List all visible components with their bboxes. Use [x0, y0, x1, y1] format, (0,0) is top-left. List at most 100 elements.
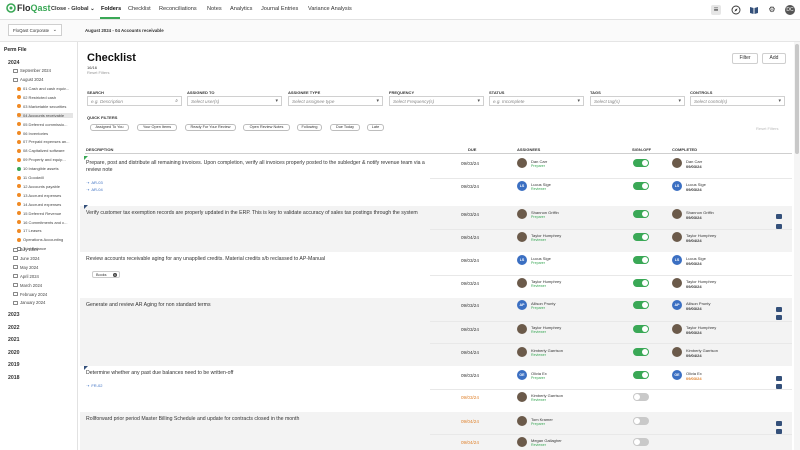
sidebar-item[interactable]: 16 Commitments and c... [17, 220, 73, 225]
tab-reconciliations[interactable]: Reconciliations [159, 6, 197, 12]
task-description[interactable]: Rollforward prior period Master Billing … [86, 416, 426, 423]
book-icon[interactable] [749, 5, 759, 15]
task-description[interactable]: Prepare, post and distribute all remaini… [86, 160, 426, 174]
signoff-toggle[interactable] [633, 325, 649, 333]
sidebar-item[interactable]: 12 Accounts payable [17, 184, 73, 189]
tags-select[interactable]: Select tag(s) ▾ [590, 96, 685, 106]
quick-filter-ready-for-review[interactable]: Ready For Your Review [185, 124, 236, 131]
reset-quick-filters-link[interactable]: Reset Filters [756, 126, 778, 131]
compass-icon[interactable] [731, 5, 741, 15]
task-description[interactable]: Determine whether any past due balances … [86, 370, 426, 377]
linked-reference[interactable]: ⇢ AR-03 [86, 180, 103, 185]
sidebar-year[interactable]: 2021 [8, 337, 20, 343]
gear-icon[interactable]: ⚙ [767, 5, 777, 15]
tab-notes[interactable]: Notes [207, 6, 222, 12]
assignee-type-select[interactable]: Select assignee type ▾ [288, 96, 383, 106]
tab-checklist[interactable]: Checklist [128, 6, 151, 12]
sidebar-year[interactable]: 2022 [8, 325, 20, 331]
tab-folders[interactable]: Folders [101, 6, 121, 12]
tab-variance-analysis[interactable]: Variance Analysis [308, 6, 352, 12]
sidebar-month[interactable]: March 2024 [13, 283, 42, 288]
assignee-avatar[interactable]: LS [517, 255, 527, 265]
sidebar-item[interactable]: 07 Prepaid expenses an... [17, 139, 73, 144]
reset-filters-link[interactable]: Reset Filters [87, 70, 109, 75]
signoff-toggle[interactable] [633, 438, 649, 446]
assignee-avatar[interactable]: LS [517, 181, 527, 191]
sidebar-item[interactable]: 02 Restricted cash [17, 95, 73, 100]
sidebar-year[interactable]: 2019 [8, 362, 20, 368]
assignee-avatar[interactable] [517, 324, 527, 334]
signoff-toggle[interactable] [633, 348, 649, 356]
task-description[interactable]: Review accounts receivable aging for any… [86, 256, 426, 263]
sidebar-item[interactable]: 14 Accrued expenses [17, 202, 73, 207]
search-input[interactable]: e.g. Description ⌕ [87, 96, 182, 106]
workspace-selector[interactable]: Close - Global ⌄ [51, 6, 95, 12]
sidebar-item[interactable]: 06 Inventories [17, 131, 73, 136]
quick-filter-following[interactable]: Following [297, 124, 322, 131]
sidebar-month[interactable]: April 2024 [13, 274, 39, 279]
assignee-avatar[interactable]: OE [517, 370, 527, 380]
sidebar-item[interactable]: Operations Accounting [17, 237, 73, 242]
sidebar-item[interactable]: 15 Deferred Revenue [17, 211, 73, 216]
assignee-avatar[interactable] [517, 392, 527, 402]
signoff-toggle[interactable] [633, 210, 649, 218]
controls-select[interactable]: Select control(s) ▾ [690, 96, 785, 106]
frequency-select[interactable]: Select Frequency(s) ▾ [389, 96, 484, 106]
sidebar-year[interactable]: 2023 [8, 312, 20, 318]
assignee-avatar[interactable] [517, 437, 527, 447]
month-august-2024[interactable]: August 2024 [13, 77, 44, 82]
year-2024[interactable]: 2024 [8, 60, 20, 66]
assignee-avatar[interactable] [517, 232, 527, 242]
signoff-toggle[interactable] [633, 159, 649, 167]
sidebar-item[interactable]: 04 Accounts receivable [17, 112, 73, 118]
sidebar-item[interactable]: 10 Intangible assets [17, 166, 73, 171]
comment-icon[interactable] [776, 376, 782, 381]
comment-icon[interactable] [776, 421, 782, 426]
comment-icon[interactable] [776, 315, 782, 320]
comment-icon[interactable] [776, 307, 782, 312]
sidebar-year[interactable]: 2020 [8, 350, 20, 356]
quick-filter-assigned-to-you[interactable]: Assigned To You [90, 124, 129, 131]
assignee-avatar[interactable] [517, 416, 527, 426]
assignee-avatar[interactable] [517, 158, 527, 168]
sidebar-month[interactable]: February 2024 [13, 292, 47, 297]
tab-journal-entries[interactable]: Journal Entries [261, 6, 298, 12]
assignee-avatar[interactable] [517, 278, 527, 288]
sidebar-item[interactable]: 05 Deferred commissio... [17, 122, 73, 127]
header-description[interactable]: DESCRIPTION [86, 147, 113, 152]
sidebar-item[interactable]: 01 Cash and cash equiv... [17, 86, 73, 91]
signoff-toggle[interactable] [633, 371, 649, 379]
assigned-to-select[interactable]: Select user(s) ▾ [187, 96, 282, 106]
comment-icon[interactable] [776, 224, 782, 229]
status-select[interactable]: e.g. Incomplete ▾ [489, 96, 584, 106]
sidebar-item[interactable]: 08 Capitalized software [17, 148, 73, 153]
sidebar-month[interactable]: January 2024 [13, 300, 45, 305]
sidebar-item[interactable]: 03 Marketable securities [17, 104, 73, 109]
linked-reference[interactable]: ⇢ FR-02 [86, 383, 102, 388]
sidebar-item[interactable]: 13 Accrued expenses [17, 193, 73, 198]
sidebar-item[interactable]: 11 Goodwill [17, 175, 73, 180]
assignee-avatar[interactable] [517, 209, 527, 219]
tab-analytics[interactable]: Analytics [230, 6, 252, 12]
quick-filter-open-review-notes[interactable]: Open Review Notes [243, 124, 290, 131]
quick-filter-late[interactable]: Late [367, 124, 384, 131]
signoff-toggle[interactable] [633, 417, 649, 425]
sidebar-item[interactable]: 09 Property and equip... [17, 157, 73, 162]
sidebar-item[interactable]: 17 Leases [17, 228, 73, 233]
task-description[interactable]: Generate and review AR Aging for non sta… [86, 302, 426, 309]
comment-icon[interactable] [776, 429, 782, 434]
sidebar-month[interactable]: June 2024 [13, 256, 40, 261]
scrollbar-thumb[interactable] [795, 44, 799, 154]
signoff-toggle[interactable] [633, 182, 649, 190]
quick-filter-your-open-items[interactable]: Your Open Items [137, 124, 177, 131]
sidebar-month[interactable]: May 2024 [13, 265, 38, 270]
signoff-toggle[interactable] [633, 301, 649, 309]
signoff-toggle[interactable] [633, 233, 649, 241]
list-icon[interactable]: ≡ [711, 5, 721, 15]
floqast-logo[interactable]: Flo Qast [6, 3, 51, 13]
quick-filter-due-today[interactable]: Due Today [330, 124, 360, 131]
linked-reference[interactable]: ⇢ AR-04 [86, 187, 103, 192]
signoff-toggle[interactable] [633, 256, 649, 264]
header-due[interactable]: DUE [468, 147, 476, 152]
signoff-toggle[interactable] [633, 279, 649, 287]
